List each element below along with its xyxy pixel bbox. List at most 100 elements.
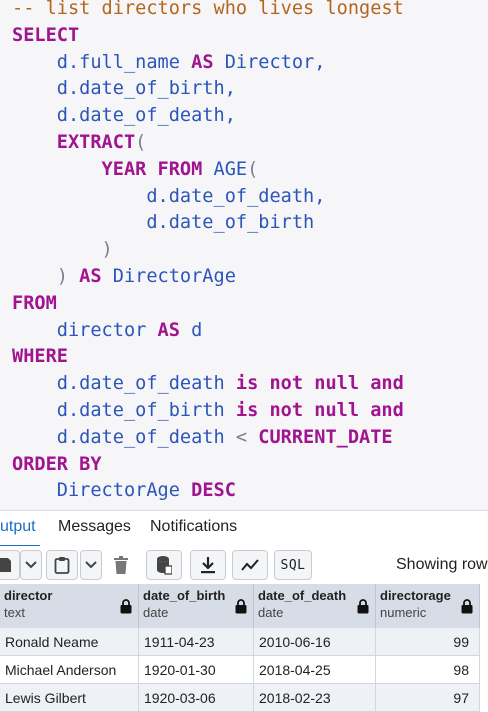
code-token: DirectorAge bbox=[12, 480, 192, 502]
paste-button[interactable] bbox=[46, 550, 78, 580]
cell-directorage[interactable]: 98 bbox=[376, 656, 480, 684]
code-line: ORDER BY bbox=[12, 454, 102, 481]
column-header-date-of-birth[interactable]: date_of_birth date bbox=[139, 584, 254, 628]
cell-date-of-death[interactable]: 2018-04-25 bbox=[254, 656, 376, 684]
code-token: SELECT bbox=[12, 24, 80, 46]
save-data-button[interactable] bbox=[146, 550, 182, 580]
download-icon bbox=[201, 557, 215, 574]
cell-directorage[interactable]: 99 bbox=[376, 628, 480, 656]
code-line: d.full_name AS Director, bbox=[12, 51, 326, 79]
cell-date-of-birth[interactable]: 1920-01-30 bbox=[139, 656, 254, 684]
add-row-icon bbox=[0, 558, 11, 572]
lock-icon bbox=[461, 599, 473, 614]
graph-visualiser-button[interactable] bbox=[232, 550, 268, 580]
code-token: FROM bbox=[12, 292, 57, 314]
code-token: DESC bbox=[191, 480, 236, 502]
column-header-date-of-death[interactable]: date_of_death date bbox=[254, 584, 376, 628]
cell-date-of-birth[interactable]: 1920-03-06 bbox=[139, 684, 254, 712]
table-row[interactable]: Lewis Gilbert 1920-03-06 2018-02-23 97 bbox=[0, 684, 480, 712]
code-token: d bbox=[179, 319, 203, 341]
download-button[interactable] bbox=[190, 550, 226, 580]
cell-director[interactable]: Ronald Neame bbox=[0, 628, 139, 656]
chevron-down-icon bbox=[25, 561, 37, 569]
column-name: director bbox=[4, 588, 53, 603]
code-token: AGE bbox=[202, 158, 248, 180]
graph-icon bbox=[241, 559, 259, 571]
column-type: date bbox=[143, 605, 169, 620]
add-row-dropdown-button[interactable] bbox=[20, 550, 42, 580]
column-type: date bbox=[258, 605, 284, 620]
code-token: is not null and bbox=[235, 373, 404, 395]
column-name: date_of_birth bbox=[143, 588, 226, 603]
code-token: WHERE bbox=[12, 346, 68, 368]
code-token: d.date_of_birth, bbox=[12, 78, 236, 100]
chevron-down-icon bbox=[85, 561, 97, 569]
code-line: -- list directors who lives longest bbox=[12, 0, 404, 25]
code-token: AS bbox=[79, 266, 102, 287]
code-token: < bbox=[235, 426, 259, 448]
tab-notifications[interactable]: Notifications bbox=[150, 511, 237, 545]
code-token: d.full_name bbox=[12, 51, 192, 73]
code-line: director AS d bbox=[12, 319, 203, 347]
cell-director[interactable]: Lewis Gilbert bbox=[0, 684, 139, 712]
code-line: WHERE bbox=[12, 346, 68, 373]
code-token: d.date_of_death bbox=[12, 373, 236, 395]
result-tabs: utput Messages Notifications bbox=[0, 510, 488, 547]
column-type: text bbox=[4, 605, 25, 620]
code-line: d.date_of_birth is not null and bbox=[12, 400, 404, 427]
code-token: YEAR FROM bbox=[12, 158, 203, 180]
code-token: d.date_of_birth bbox=[12, 400, 236, 421]
table-row[interactable]: Ronald Neame 1911-04-23 2010-06-16 99 bbox=[0, 628, 480, 656]
code-line: d.date_of_death, bbox=[12, 105, 236, 132]
code-token: d.date_of_death bbox=[12, 426, 236, 448]
code-token: -- list directors who lives longest bbox=[12, 0, 404, 19]
code-token: d.date_of_birth bbox=[12, 212, 315, 234]
code-line: d.date_of_birth bbox=[12, 212, 314, 239]
cell-date-of-death[interactable]: 2018-02-23 bbox=[254, 684, 376, 712]
tab-output[interactable]: utput bbox=[0, 511, 40, 547]
column-header-directorage[interactable]: directorage numeric bbox=[376, 584, 480, 628]
code-line: EXTRACT( bbox=[12, 132, 147, 159]
sql-editor[interactable]: -- list directors who lives longest SELEC… bbox=[0, 0, 488, 510]
delete-icon bbox=[114, 556, 128, 574]
code-line: YEAR FROM AGE( bbox=[12, 158, 259, 186]
cell-date-of-death[interactable]: 2010-06-16 bbox=[254, 628, 376, 656]
add-row-button[interactable] bbox=[0, 550, 20, 580]
paste-icon bbox=[54, 557, 70, 574]
code-token: ) bbox=[12, 239, 113, 261]
showing-rows-text: Showing row bbox=[396, 556, 488, 573]
code-token: ( bbox=[247, 158, 259, 180]
column-name: date_of_death bbox=[258, 588, 347, 603]
code-token: CURRENT_DATE bbox=[258, 426, 393, 448]
paste-dropdown-button[interactable] bbox=[80, 550, 102, 580]
delete-button[interactable] bbox=[106, 550, 136, 580]
tab-messages[interactable]: Messages bbox=[58, 511, 131, 545]
table-row[interactable]: Michael Anderson 1920-01-30 2018-04-25 9… bbox=[0, 656, 480, 684]
code-token: is not null and bbox=[235, 400, 404, 421]
cell-directorage[interactable]: 97 bbox=[376, 684, 480, 712]
code-token: director bbox=[12, 319, 158, 341]
code-line: DirectorAge DESC bbox=[12, 480, 236, 507]
code-line: d.date_of_death < CURRENT_DATE bbox=[12, 427, 393, 454]
sql-button[interactable]: SQL bbox=[274, 550, 312, 580]
code-token: Director, bbox=[213, 51, 326, 73]
lock-icon bbox=[357, 599, 369, 614]
results-toolbar: SQL Showing row bbox=[0, 546, 488, 584]
code-token: EXTRACT bbox=[12, 132, 136, 153]
code-token: d.date_of_death, bbox=[12, 105, 236, 127]
column-header-director[interactable]: director text bbox=[0, 584, 139, 628]
code-line: SELECT bbox=[12, 25, 79, 52]
data-output-grid: director text date_of_birth date date_of… bbox=[0, 584, 488, 712]
save-data-icon bbox=[157, 556, 172, 575]
code-token: AS bbox=[191, 51, 214, 73]
lock-icon bbox=[120, 599, 132, 614]
code-line: ) bbox=[12, 239, 113, 266]
code-token: ) bbox=[12, 266, 80, 287]
cell-date-of-birth[interactable]: 1911-04-23 bbox=[139, 628, 254, 656]
lock-icon bbox=[235, 599, 247, 614]
code-line: ) AS DirectorAge bbox=[12, 266, 236, 293]
cell-director[interactable]: Michael Anderson bbox=[0, 656, 139, 684]
code-line: d.date_of_death, bbox=[12, 186, 325, 213]
code-token: ( bbox=[135, 132, 147, 153]
code-token: ORDER BY bbox=[12, 453, 102, 475]
